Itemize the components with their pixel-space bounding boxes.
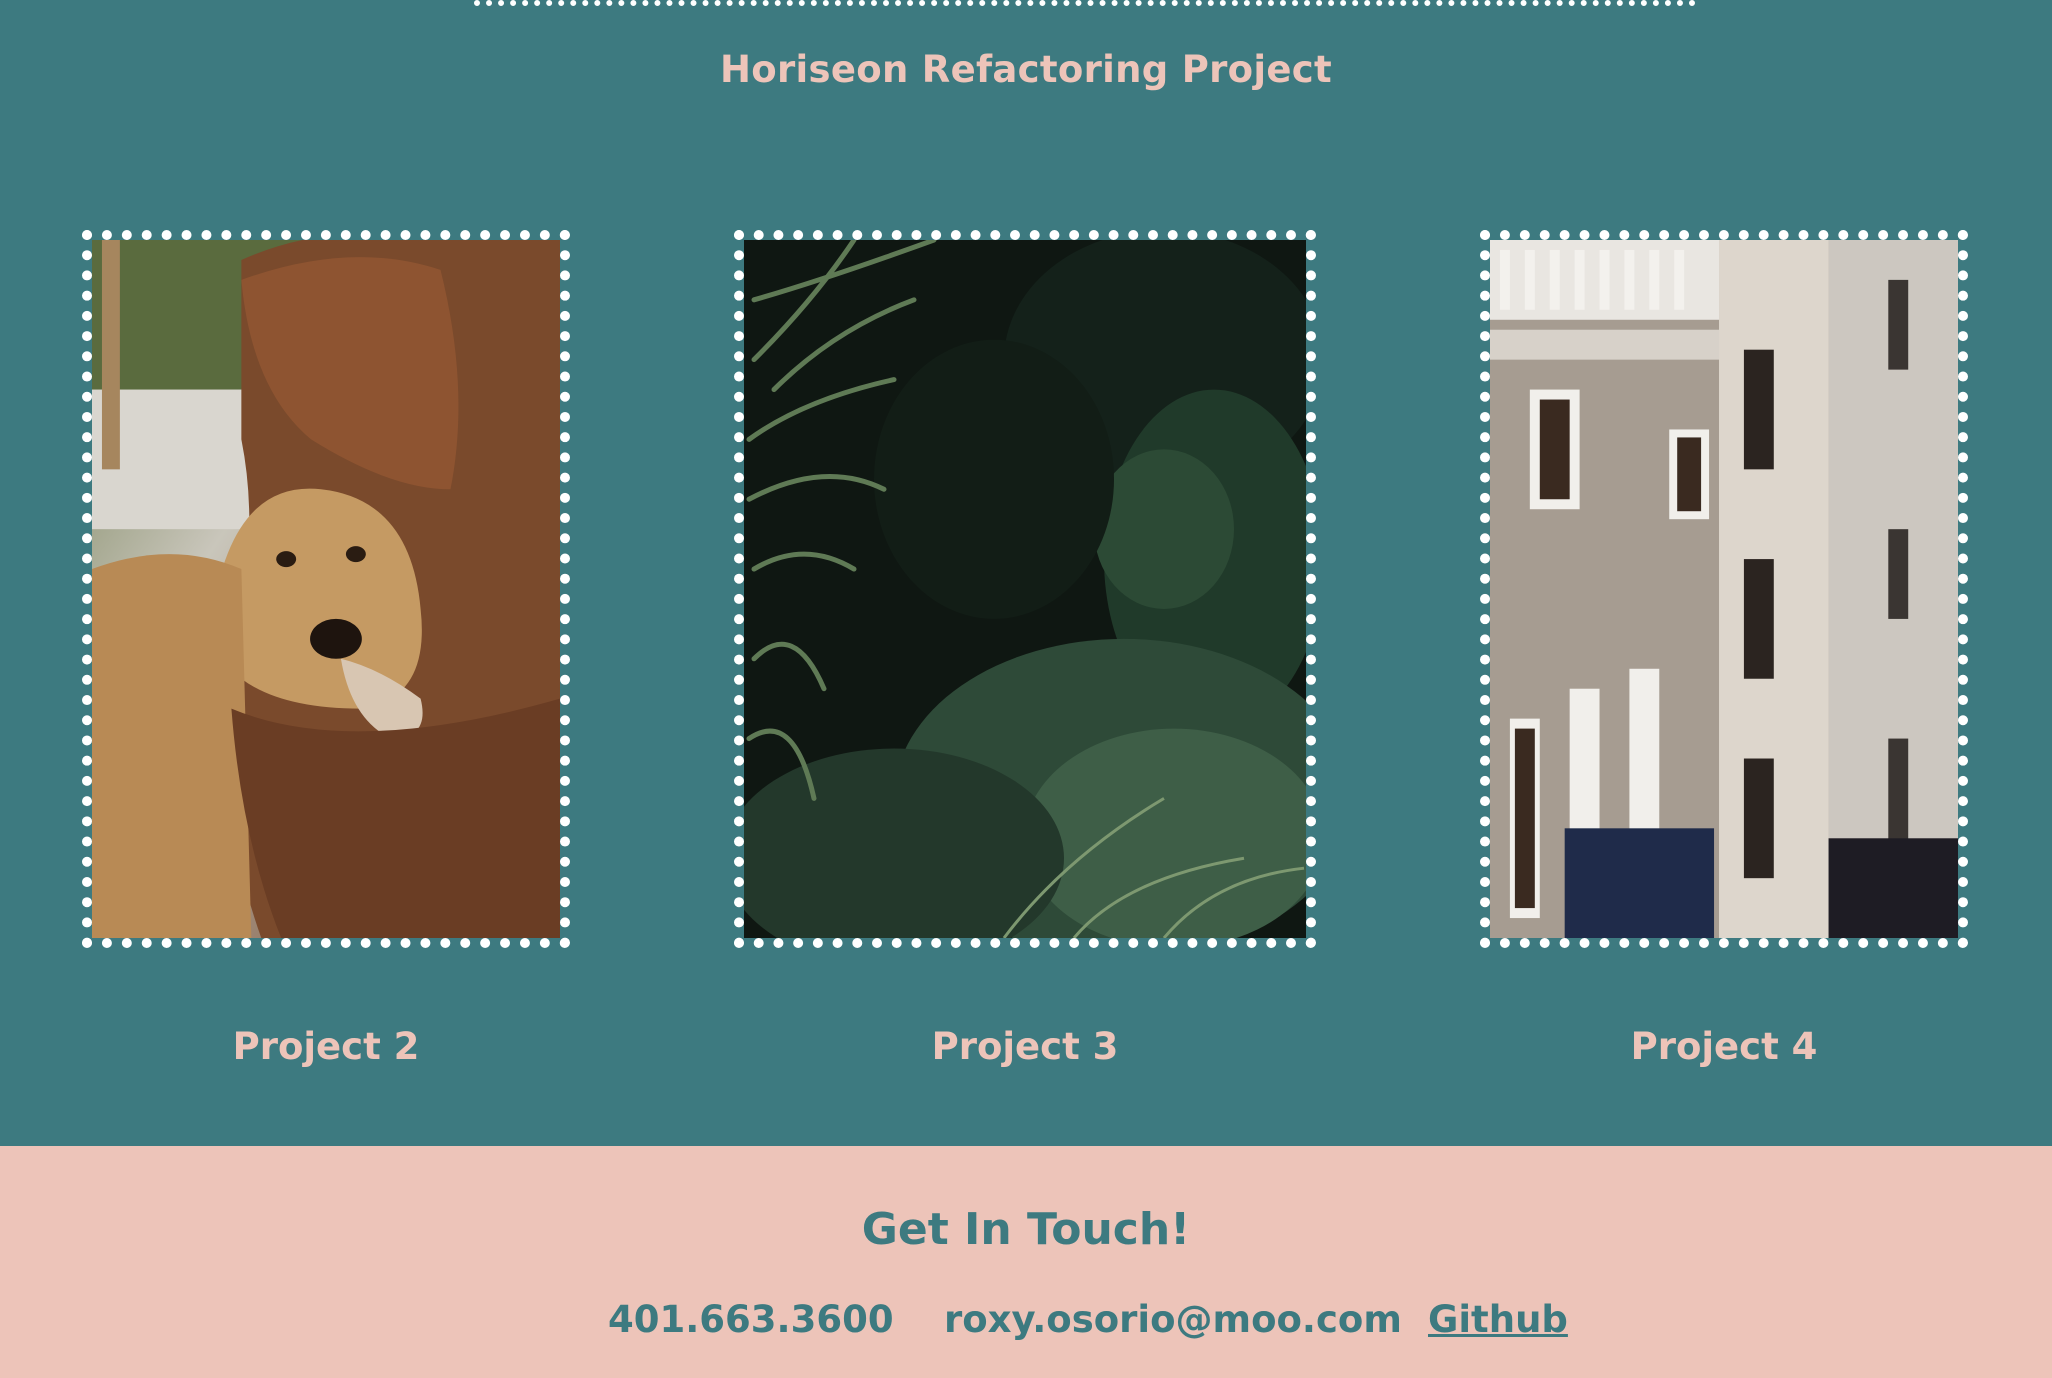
contact-email: roxy.osorio@moo.com xyxy=(944,1298,1402,1341)
project-label-3: Project 3 xyxy=(931,1025,1119,1068)
project-card-3[interactable] xyxy=(734,230,1316,948)
contact-phone: 401.663.3600 xyxy=(608,1298,894,1341)
projects-section: Horiseon Refactoring Project Project 2 P… xyxy=(0,0,2052,1146)
project-label-2: Project 2 xyxy=(232,1025,420,1068)
dog-hug-photo xyxy=(92,240,560,938)
contact-heading: Get In Touch! xyxy=(861,1204,1191,1255)
section-title: Horiseon Refactoring Project xyxy=(720,48,1332,91)
project-card-2[interactable] xyxy=(82,230,570,948)
header-dotted-border xyxy=(474,0,1696,6)
building-alley-photo xyxy=(1490,240,1958,938)
project-label-4: Project 4 xyxy=(1630,1025,1818,1068)
project-card-4[interactable] xyxy=(1480,230,1968,948)
contact-section: Get In Touch! 401.663.3600 roxy.osorio@m… xyxy=(0,1146,2052,1378)
github-link[interactable]: Github xyxy=(1428,1298,1568,1341)
jungle-foliage-photo xyxy=(744,240,1306,938)
